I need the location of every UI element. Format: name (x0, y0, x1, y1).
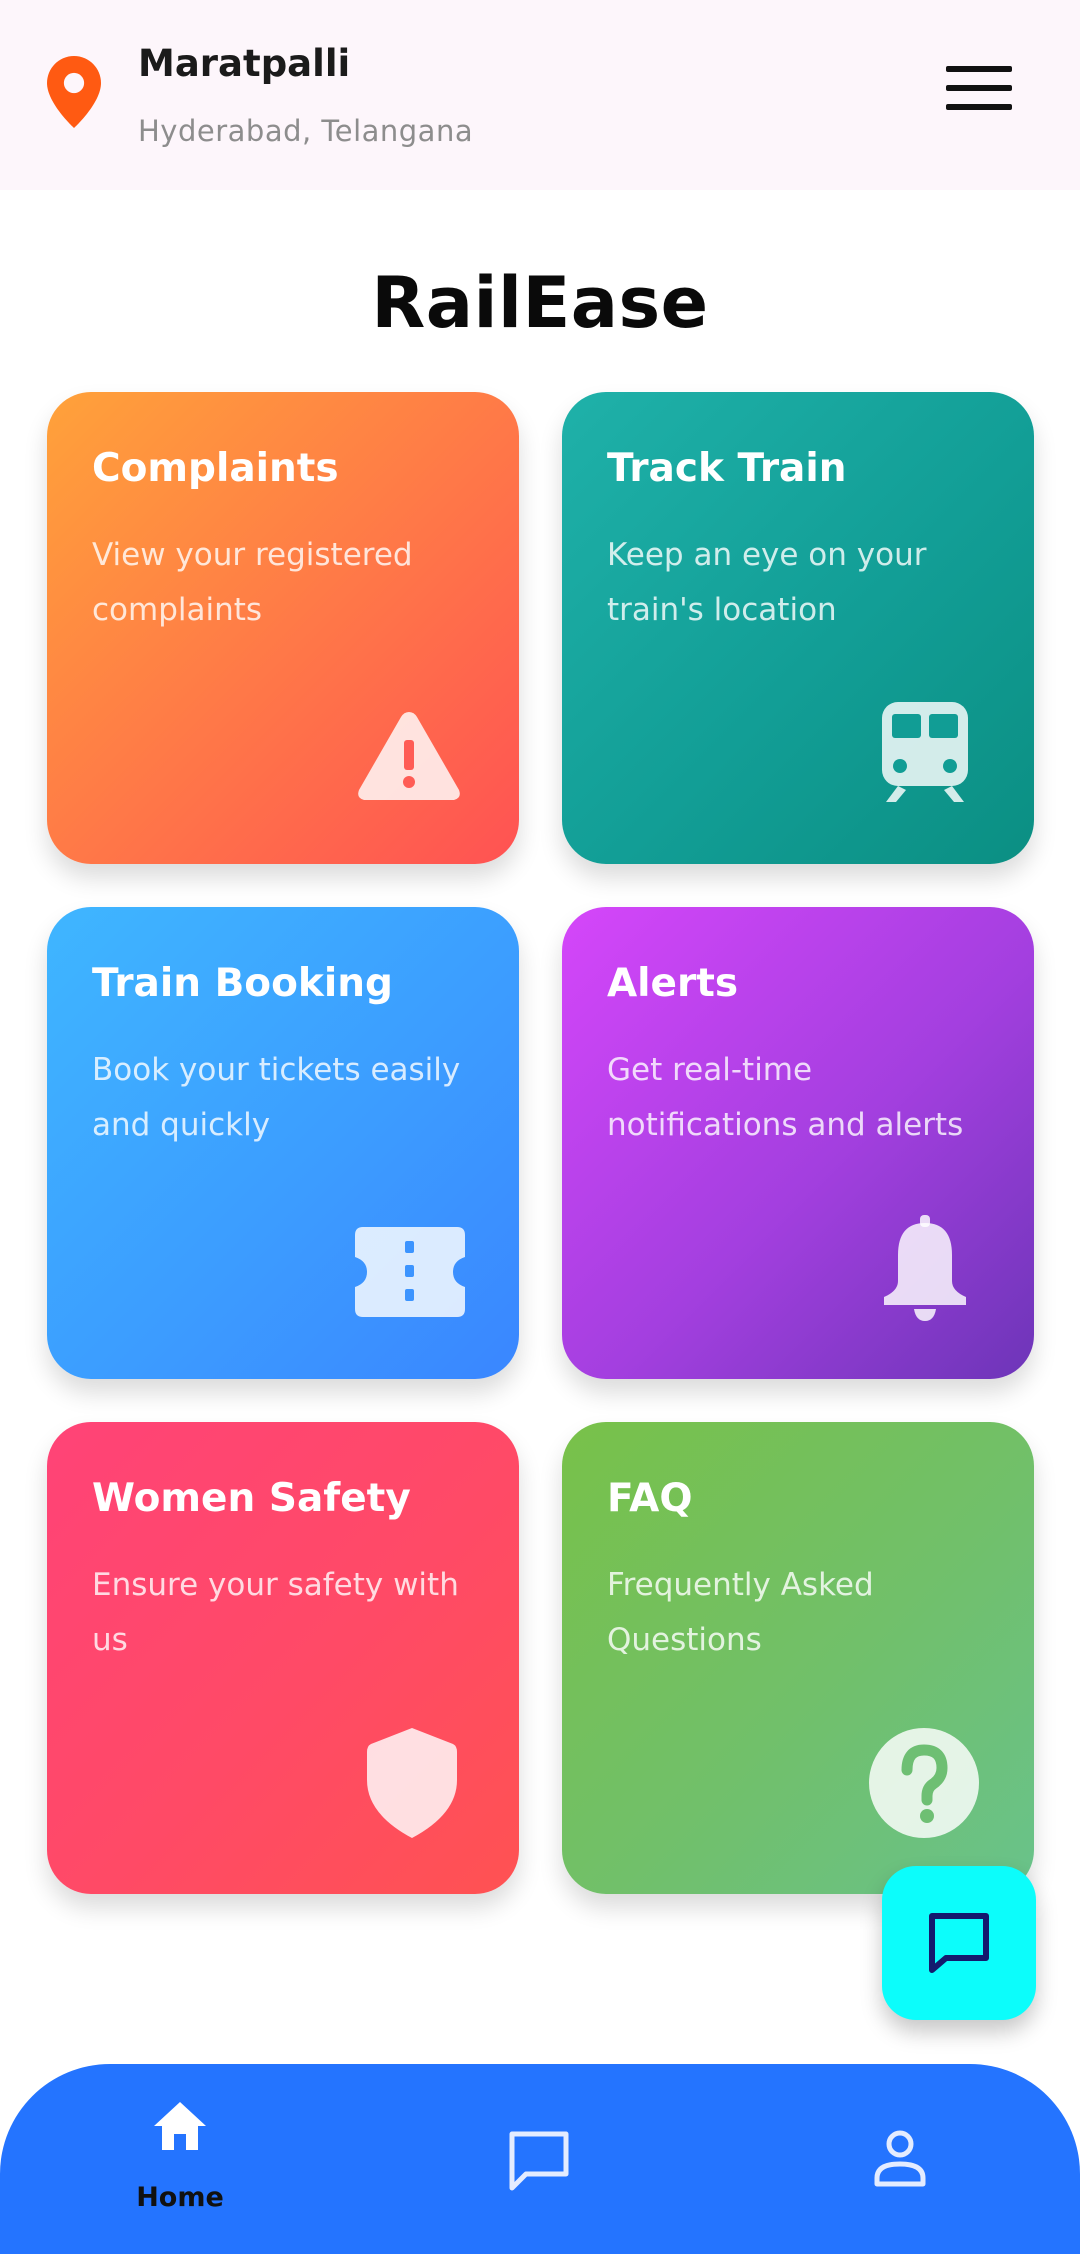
nav-home-label: Home (136, 2182, 224, 2213)
train-icon (882, 702, 968, 802)
nav-chat-icon[interactable] (506, 2128, 572, 2194)
card-title: FAQ (607, 1476, 693, 1521)
hamburger-menu-icon[interactable] (946, 66, 1012, 116)
card-description: Frequently Asked Questions (607, 1567, 874, 1658)
card-title: Track Train (607, 446, 847, 491)
card-description: View your registered complaints (92, 537, 413, 628)
card-title: Complaints (92, 446, 339, 491)
shield-icon (367, 1728, 457, 1838)
location-title: Maratpalli (138, 42, 351, 85)
nav-home-button[interactable]: Home (120, 2100, 240, 2250)
bell-icon (884, 1215, 966, 1321)
card-description: Book your tickets easily and quickly (92, 1052, 461, 1143)
location-header: Maratpalli Hyderabad, Telangana (0, 0, 1080, 190)
question-circle-icon (869, 1728, 979, 1838)
card-description: Keep an eye on your train's location (607, 537, 927, 628)
track-train-card[interactable]: Track Train Keep an eye on your train's … (562, 392, 1034, 864)
train-booking-card[interactable]: Train Booking Book your tickets easily a… (47, 907, 519, 1379)
faq-card[interactable]: FAQ Frequently Asked Questions (562, 1422, 1034, 1894)
location-pin-icon (47, 56, 101, 128)
card-title: Women Safety (92, 1476, 411, 1521)
home-icon (154, 2102, 206, 2150)
chat-icon (929, 1913, 989, 1973)
bottom-navigation: Home (0, 2064, 1080, 2254)
complaints-card[interactable]: Complaints View your registered complain… (47, 392, 519, 864)
nav-profile-icon[interactable] (872, 2128, 928, 2188)
card-title: Alerts (607, 961, 739, 1006)
alerts-card[interactable]: Alerts Get real-time notifications and a… (562, 907, 1034, 1379)
ticket-icon (355, 1227, 465, 1317)
app-title: RailEase (371, 262, 709, 344)
chat-fab-button[interactable] (882, 1866, 1036, 2020)
women-safety-card[interactable]: Women Safety Ensure your safety with us (47, 1422, 519, 1894)
card-description: Ensure your safety with us (92, 1567, 459, 1658)
warning-triangle-icon (358, 712, 460, 800)
card-description: Get real-time notifications and alerts (607, 1052, 964, 1143)
card-title: Train Booking (92, 961, 393, 1006)
location-subtitle: Hyderabad, Telangana (138, 114, 474, 148)
